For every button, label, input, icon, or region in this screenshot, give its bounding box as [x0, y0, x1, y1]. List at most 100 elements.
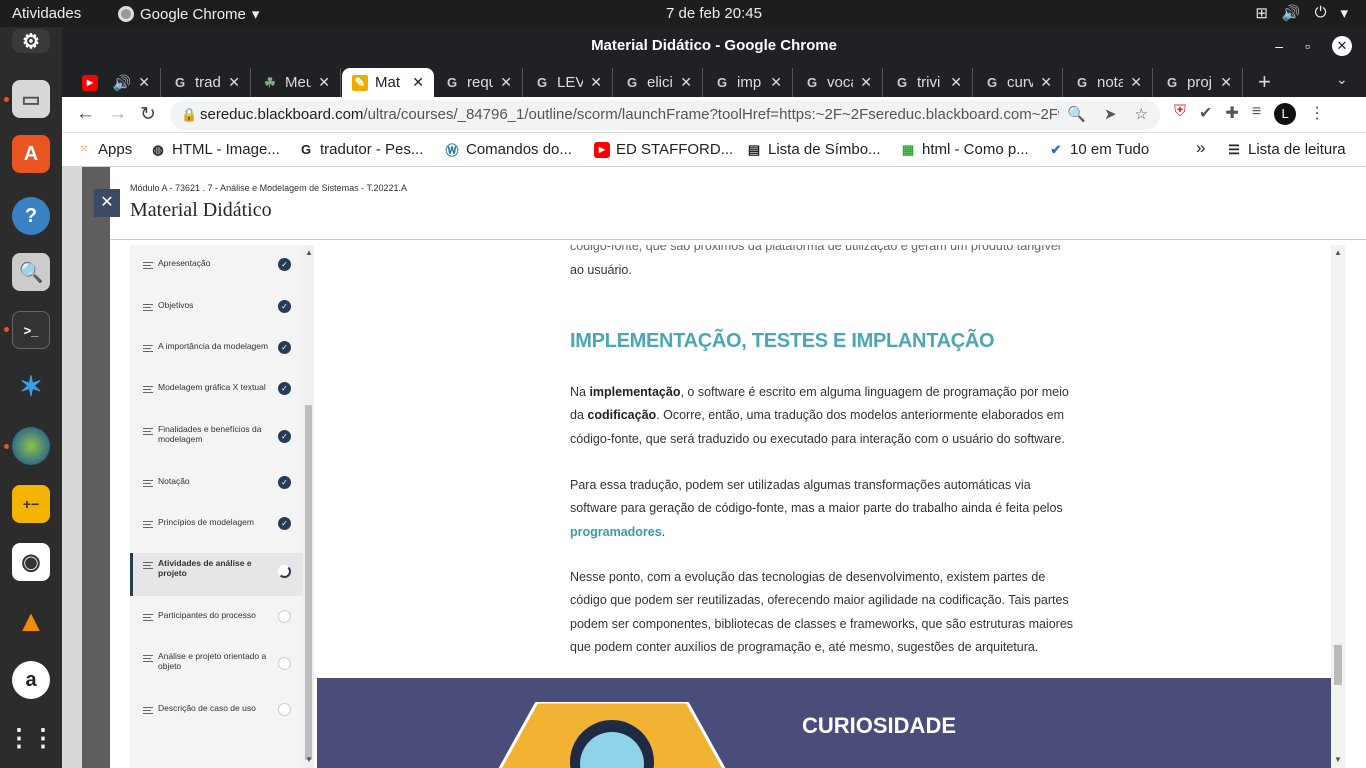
- close-tab-icon[interactable]: ✕: [770, 74, 782, 91]
- close-tab-icon[interactable]: ✕: [860, 74, 872, 91]
- show-apps-icon[interactable]: ⋮⋮: [7, 719, 55, 757]
- tab-search-chevron-icon[interactable]: ⌄: [1336, 71, 1348, 88]
- new-tab-button[interactable]: +: [1258, 69, 1271, 95]
- toc-item[interactable]: Descrição de caso de uso: [130, 703, 303, 716]
- tab-5[interactable]: G LEV ✕: [524, 68, 613, 97]
- close-tab-icon[interactable]: ✕: [500, 74, 512, 91]
- toc-item-active[interactable]: Atividades de análise e projeto: [130, 553, 303, 596]
- terminal-icon[interactable]: >_: [12, 311, 50, 349]
- system-tray[interactable]: ⊞ 🔊 ⏻ ▾: [1255, 4, 1348, 22]
- minimize-button[interactable]: –: [1275, 27, 1283, 65]
- tab-12[interactable]: Gproj ✕: [1154, 68, 1243, 97]
- close-tab-icon[interactable]: ✕: [1130, 74, 1142, 91]
- highlight-term[interactable]: programadores: [570, 525, 662, 539]
- close-tab-icon[interactable]: ✕: [1220, 74, 1232, 91]
- tab-2[interactable]: ☘ Meu ✕: [252, 68, 341, 97]
- google-icon: G: [806, 75, 818, 90]
- breadcrumb: Módulo A - 73621 . 7 - Análise e Modelag…: [130, 183, 408, 193]
- profile-avatar[interactable]: L: [1274, 103, 1297, 125]
- vlc-icon[interactable]: ▲: [12, 603, 50, 641]
- chrome-dock-icon[interactable]: [12, 427, 50, 465]
- toc-item[interactable]: Participantes do processo: [130, 610, 303, 623]
- files-icon[interactable]: ▭: [12, 80, 50, 118]
- reading-list-label: Lista de leitura: [1248, 141, 1346, 158]
- reading-list-button[interactable]: ☰ Lista de leitura: [1226, 141, 1346, 158]
- bookmark-ed-stafford[interactable]: ▶ ED STAFFORD...: [594, 141, 733, 158]
- activities-button[interactable]: Atividades: [12, 5, 81, 22]
- toc-item[interactable]: Finalidades e benefícios da modelagem ✓: [130, 424, 303, 444]
- close-panel-button[interactable]: ✕: [94, 189, 120, 217]
- close-window-button[interactable]: ✕: [1332, 36, 1352, 56]
- tab-4[interactable]: Grequ ✕: [434, 68, 523, 97]
- help-icon[interactable]: ?: [12, 197, 50, 235]
- search-tool-icon[interactable]: 🔍: [12, 253, 50, 291]
- bookmarks-bar: ⁙ Apps ◍ HTML - Image... Gtradutor - Pes..…: [62, 133, 1366, 167]
- tab-9[interactable]: Gtrivi ✕: [884, 68, 973, 97]
- bookmark-label: ED STAFFORD...: [616, 141, 734, 158]
- content-scrollbar-thumb[interactable]: [1334, 645, 1342, 685]
- tab-7[interactable]: Gimp ✕: [704, 68, 793, 97]
- back-button[interactable]: ←: [76, 103, 95, 125]
- tab-6[interactable]: Gelici ✕: [614, 68, 703, 97]
- close-tab-icon[interactable]: ✕: [950, 74, 962, 91]
- content-scrollbar[interactable]: ▲ ▼: [1331, 245, 1345, 768]
- software-center-icon[interactable]: A: [12, 135, 50, 173]
- close-tab-icon[interactable]: ✕: [590, 74, 602, 91]
- close-tab-icon[interactable]: ✕: [138, 74, 150, 91]
- toc-item[interactable]: Princípios de modelagem ✓: [130, 517, 303, 530]
- toc-label: Atividades de análise e projeto: [158, 558, 252, 578]
- toc-scrollbar[interactable]: ▲ ▼: [303, 245, 314, 768]
- toc-item[interactable]: Notação ✓: [130, 476, 303, 489]
- bookmark-10-em-tudo[interactable]: ✔ 10 em Tudo: [1048, 141, 1150, 158]
- app-menu[interactable]: Google Chrome ▾: [118, 5, 259, 23]
- bookmark-comandos[interactable]: Ⓦ Comandos do...: [444, 141, 571, 158]
- bookmark-html-como[interactable]: ▦ html - Como p...: [900, 141, 1029, 158]
- bookmark-star-icon[interactable]: ☆: [1135, 100, 1148, 130]
- tab-1[interactable]: Gtrad ✕: [162, 68, 251, 97]
- toc-item[interactable]: Análise e projeto orientado a objeto: [130, 651, 303, 671]
- address-bar[interactable]: 🔒 sereduc.blackboard.com/ultra/courses/_…: [170, 100, 1160, 130]
- amazon-icon[interactable]: a: [12, 661, 50, 699]
- close-tab-icon[interactable]: ✕: [680, 74, 692, 91]
- close-tab-icon[interactable]: ✕: [228, 74, 240, 91]
- tab-10[interactable]: Gcurv ✕: [974, 68, 1063, 97]
- camera-icon[interactable]: ◉: [12, 543, 50, 581]
- close-tab-icon[interactable]: ✕: [412, 74, 424, 91]
- toc-item[interactable]: Objetivos ✓: [130, 300, 303, 313]
- send-icon[interactable]: ➤: [1104, 100, 1117, 130]
- scroll-down-icon[interactable]: ▼: [1334, 755, 1342, 764]
- scroll-down-icon[interactable]: ▼: [305, 755, 313, 764]
- calculator-icon[interactable]: +−: [12, 485, 50, 523]
- scroll-up-icon[interactable]: ▲: [1334, 248, 1342, 257]
- text-fragment: código-fonte, que são próximos da plataf…: [570, 245, 1061, 253]
- bookmark-tradutor[interactable]: Gtradutor - Pes...: [298, 141, 423, 158]
- app-icon-top[interactable]: ⚙: [12, 29, 50, 53]
- extension-icon[interactable]: ✔: [1199, 103, 1212, 125]
- puzzle-icon[interactable]: ✚: [1225, 103, 1238, 125]
- tab-0[interactable]: ▶ D 🔊 ✕: [72, 68, 161, 97]
- maximize-button[interactable]: ▫: [1305, 27, 1310, 65]
- bookmark-apps[interactable]: ⁙ Apps: [76, 141, 132, 158]
- media-queue-icon[interactable]: ≡: [1252, 103, 1261, 125]
- toc-item[interactable]: A importância da modelagem ✓: [130, 341, 303, 354]
- vscode-like-icon[interactable]: ✶: [12, 367, 50, 405]
- kebab-menu-icon[interactable]: ⋮: [1309, 103, 1325, 125]
- reload-button[interactable]: ↻: [140, 103, 156, 126]
- close-tab-icon[interactable]: ✕: [1040, 74, 1052, 91]
- forward-button[interactable]: →: [108, 103, 127, 125]
- brave-shield-icon[interactable]: ⛨: [1174, 103, 1186, 125]
- scroll-up-icon[interactable]: ▲: [305, 248, 313, 257]
- clock[interactable]: 7 de feb 20:45: [666, 5, 762, 22]
- tab-11[interactable]: Gnota ✕: [1064, 68, 1153, 97]
- zoom-icon[interactable]: 🔍: [1067, 100, 1086, 130]
- tab-3-active[interactable]: ✎ Mat ✕: [342, 68, 434, 97]
- toc-item[interactable]: Apresentação ✓: [130, 258, 303, 271]
- toc-item[interactable]: Modelagem gráfica X textual ✓: [130, 382, 303, 395]
- toc-scrollbar-thumb[interactable]: [305, 405, 312, 760]
- close-tab-icon[interactable]: ✕: [318, 74, 330, 91]
- bookmark-lista-simbolos[interactable]: ▤ Lista de Símbo...: [746, 141, 881, 158]
- more-bookmarks-chevron-icon[interactable]: »: [1196, 138, 1205, 158]
- bookmark-label: Lista de Símbo...: [768, 141, 881, 158]
- bookmark-html-image[interactable]: ◍ HTML - Image...: [150, 141, 279, 158]
- tab-8[interactable]: Gvoca ✕: [794, 68, 883, 97]
